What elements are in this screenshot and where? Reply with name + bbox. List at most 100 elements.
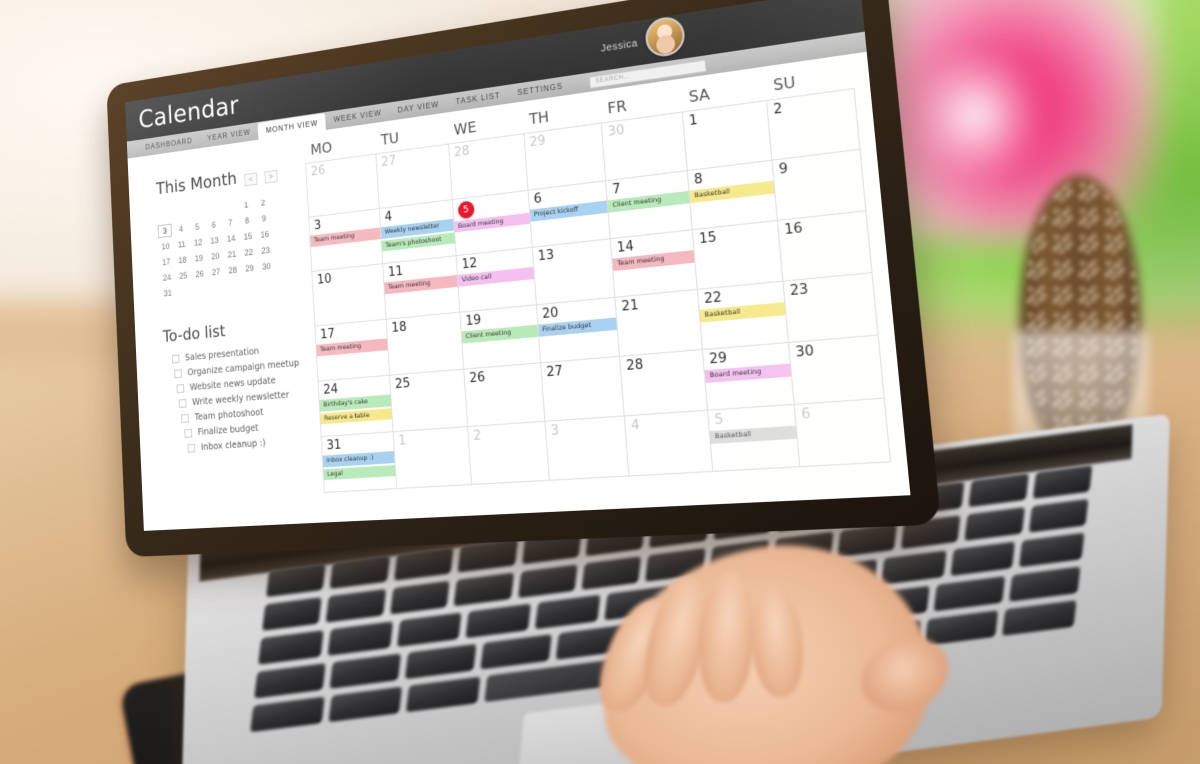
calendar-cell[interactable]: 4 (625, 410, 714, 477)
key[interactable] (389, 580, 450, 615)
calendar-cell[interactable]: 14 Team meeting (611, 230, 699, 298)
key[interactable] (517, 564, 578, 599)
key[interactable] (480, 634, 553, 670)
calendar-event[interactable]: Birthday's cake (319, 394, 391, 412)
calendar-cell[interactable]: 25 (389, 369, 468, 433)
calendar-cell[interactable]: 9 (772, 149, 867, 221)
todo-item[interactable]: Finalize budget (184, 419, 318, 439)
calendar-cell[interactable]: 4 Weekly newsletter Team's photoshoot (379, 200, 457, 265)
key[interactable] (1028, 498, 1089, 533)
calendar-cell[interactable]: 2 (467, 421, 550, 485)
calendar-cell[interactable]: 26 (306, 154, 380, 218)
calendar-cell[interactable]: 16 (778, 211, 873, 282)
mini-day-7[interactable]: 7 (223, 215, 238, 230)
calendar-cell[interactable]: 21 (615, 289, 704, 357)
mini-day-13[interactable]: 13 (207, 233, 222, 248)
calendar-cell[interactable]: 11 Team meeting (383, 256, 461, 320)
mini-day-2[interactable]: 2 (256, 195, 271, 210)
calendar-cell[interactable]: 12 Video call (456, 247, 537, 313)
user-account[interactable]: Jessica (600, 14, 687, 66)
key[interactable] (406, 676, 481, 713)
calendar-cell[interactable]: 19 Client meeting (460, 305, 541, 370)
mini-day-4[interactable]: 4 (174, 222, 188, 237)
mini-day-22[interactable]: 22 (241, 245, 256, 260)
avatar[interactable] (644, 14, 687, 59)
mini-day-23[interactable]: 23 (258, 243, 273, 258)
key[interactable] (1002, 600, 1077, 636)
mini-day-8[interactable]: 8 (240, 213, 255, 228)
nav-item-month-view[interactable]: MONTH VIEW (257, 112, 327, 140)
calendar-event[interactable]: Team meeting (384, 275, 458, 295)
key[interactable] (880, 550, 947, 586)
key[interactable] (949, 541, 1016, 577)
calendar-cell[interactable]: 18 (386, 312, 464, 376)
calendar-cell[interactable]: 3 Team meeting (309, 209, 384, 272)
key[interactable] (329, 653, 402, 689)
mini-day-10[interactable]: 10 (158, 239, 172, 253)
checkbox-icon[interactable] (174, 369, 182, 379)
calendar-cell[interactable]: 20 Finalize budget (536, 297, 621, 364)
calendar-event[interactable]: Team meeting (316, 338, 388, 357)
key[interactable] (581, 556, 642, 591)
nav-item-dashboard[interactable]: DASHBOARD (138, 131, 200, 157)
key[interactable] (453, 572, 514, 607)
mini-day-16[interactable]: 16 (257, 227, 272, 242)
key[interactable] (405, 643, 477, 680)
key[interactable] (1019, 532, 1085, 568)
key[interactable] (1008, 566, 1081, 602)
calendar-cell[interactable]: 5 Board meeting (452, 190, 533, 257)
mini-day-24[interactable]: 24 (160, 270, 174, 284)
calendar-cell[interactable]: 27 (540, 356, 626, 422)
prev-month-button[interactable]: < (244, 172, 258, 187)
calendar-cell[interactable]: 30 (602, 112, 689, 182)
nav-item-week-view[interactable]: WEEK VIEW (325, 103, 390, 130)
calendar-cell[interactable]: 13 (532, 239, 616, 306)
mini-day-21[interactable]: 21 (225, 247, 240, 262)
mini-day-29[interactable]: 29 (242, 261, 257, 276)
checkbox-icon[interactable] (178, 398, 187, 409)
nav-item-task-list[interactable]: TASK LIST (447, 85, 510, 112)
key[interactable] (924, 610, 999, 646)
calendar-event[interactable]: Board meeting (454, 212, 530, 233)
mini-day-30[interactable]: 30 (259, 259, 274, 274)
calendar-cell[interactable]: 29 (524, 123, 607, 191)
calendar-event[interactable]: Reserve a table (320, 408, 392, 425)
calendar-cell[interactable]: 6 Project kickoff (528, 181, 612, 248)
calendar-event[interactable]: Team's photoshoot (381, 232, 455, 252)
todo-item[interactable]: Organize campaign meetup (174, 357, 315, 380)
calendar-cell[interactable]: 22 Basketball (698, 281, 790, 351)
next-month-button[interactable]: > (264, 169, 278, 184)
calendar-cell[interactable]: 15 (693, 220, 784, 290)
mini-day-6[interactable]: 6 (206, 217, 221, 232)
checkbox-icon[interactable] (187, 443, 196, 453)
calendar-cell[interactable]: 2 (767, 88, 861, 161)
calendar-event[interactable]: Basketball (710, 425, 797, 444)
calendar-event[interactable]: Weekly newsletter (380, 219, 454, 239)
calendar-cell[interactable]: 28 (620, 350, 709, 417)
key[interactable] (325, 588, 387, 623)
calendar-cell[interactable]: 5 Basketball (708, 404, 801, 472)
calendar-cell[interactable]: 1 (683, 100, 773, 172)
mini-day-11[interactable]: 11 (175, 237, 189, 252)
mini-day-15[interactable]: 15 (240, 229, 255, 244)
key[interactable] (262, 597, 323, 632)
mini-day-25[interactable]: 25 (176, 269, 190, 283)
key[interactable] (396, 612, 462, 648)
todo-item[interactable]: Team photoshoot (181, 403, 318, 424)
mini-day-12[interactable]: 12 (191, 235, 206, 250)
mini-day-1[interactable]: 1 (239, 197, 254, 212)
calendar-cell[interactable]: 23 (783, 273, 879, 343)
mini-day-28[interactable]: 28 (225, 263, 240, 278)
key[interactable] (933, 576, 1006, 612)
calendar-cell[interactable]: 31 Inbox cleanup :) Legal (321, 432, 397, 493)
mini-day-5[interactable]: 5 (190, 220, 205, 235)
key[interactable] (254, 663, 326, 699)
nav-item-day-view[interactable]: DAY VIEW (389, 94, 448, 121)
mini-day-9[interactable]: 9 (256, 211, 271, 226)
calendar-cell[interactable]: 26 (463, 363, 546, 428)
key[interactable] (465, 603, 532, 639)
key[interactable] (964, 507, 1025, 542)
checkbox-icon[interactable] (176, 384, 185, 394)
calendar-cell[interactable]: 8 Basketball (688, 160, 779, 231)
mini-day-3[interactable]: 3 (157, 223, 172, 239)
